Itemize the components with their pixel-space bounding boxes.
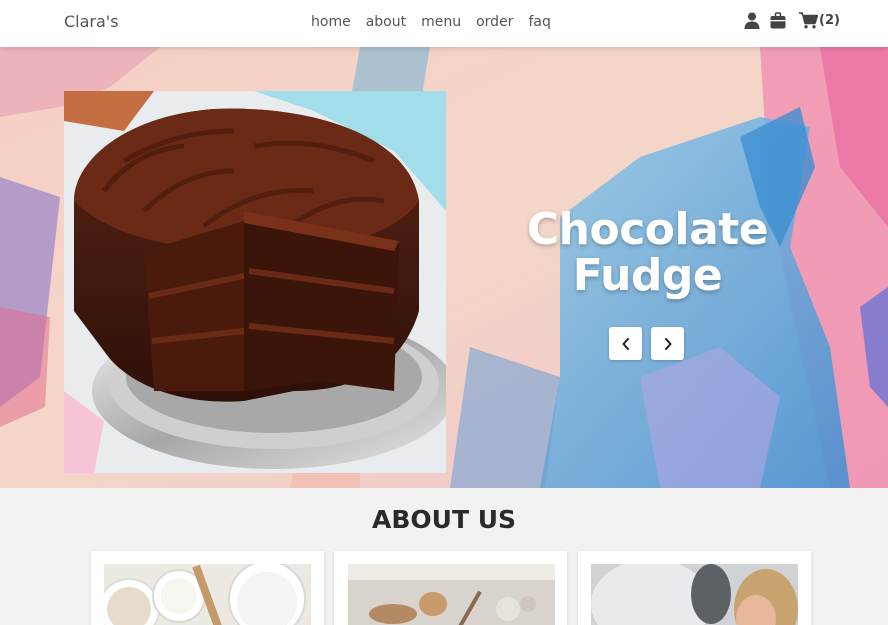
nav-link-menu[interactable]: menu (421, 14, 461, 30)
nav-link-faq[interactable]: faq (528, 14, 550, 30)
hero-title: Chocolate Fudge (500, 207, 795, 299)
about-card-baker (578, 551, 811, 625)
carousel-controls (609, 327, 684, 360)
about-card-kitchen (334, 551, 567, 625)
gift-icon[interactable] (770, 12, 786, 29)
baker-image (591, 564, 798, 625)
hero-title-line-2: Fudge (572, 250, 723, 301)
hero-title-line-1: Chocolate (526, 204, 769, 255)
chocolate-fudge-cake-image (64, 91, 446, 473)
user-icon[interactable] (744, 12, 760, 29)
carousel-prev-button[interactable] (609, 327, 642, 360)
nav-icons: (2) (744, 12, 840, 29)
chevron-left-icon (622, 337, 629, 350)
about-card-ingredients (91, 551, 324, 625)
kitchen-image (348, 564, 555, 625)
ingredients-image (104, 564, 311, 625)
hero-carousel: Chocolate Fudge (0, 47, 888, 488)
nav-links: home about menu order faq (311, 14, 551, 30)
cart-icon[interactable]: (2) (799, 12, 840, 29)
about-heading: ABOUT US (371, 505, 517, 534)
carousel-next-button[interactable] (651, 327, 684, 360)
brand-logo[interactable]: Clara's (64, 12, 119, 31)
chevron-right-icon (664, 337, 671, 350)
navbar: Clara's home about menu order faq (2) (0, 0, 888, 47)
nav-link-home[interactable]: home (311, 14, 351, 30)
cart-count-badge: (2) (819, 13, 840, 28)
nav-link-about[interactable]: about (366, 14, 406, 30)
nav-link-order[interactable]: order (476, 14, 513, 30)
